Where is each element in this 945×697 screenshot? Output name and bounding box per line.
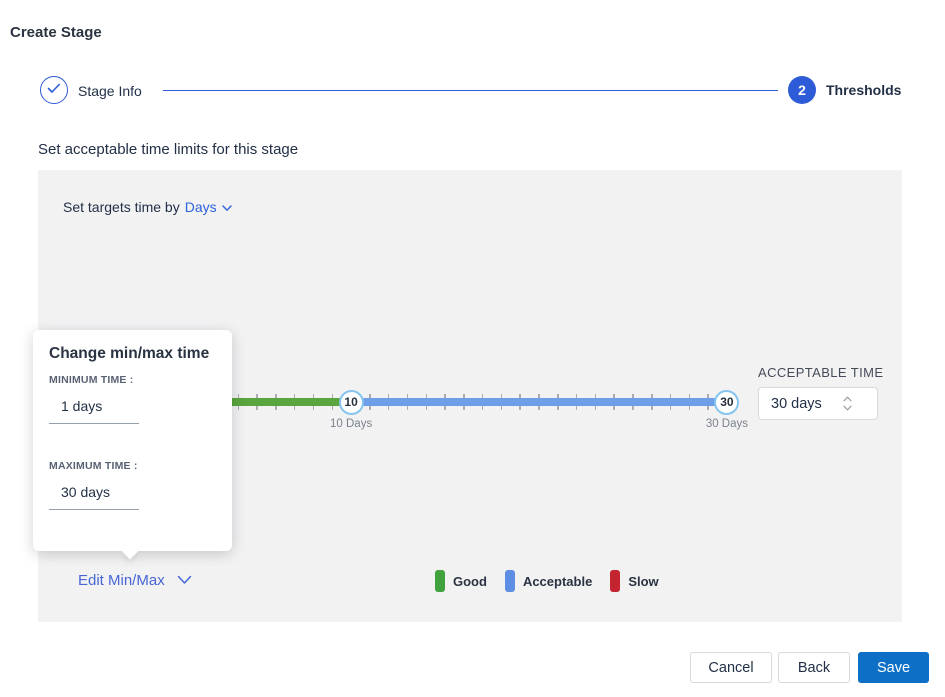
legend-item-good: Good bbox=[435, 570, 487, 592]
acceptable-time-box bbox=[758, 387, 878, 420]
step-thresholds-label: Thresholds bbox=[826, 82, 901, 98]
change-minmax-popover: Change min/max time MINIMUM TIME : MAXIM… bbox=[33, 330, 232, 551]
legend-item-acceptable: Acceptable bbox=[505, 570, 592, 592]
slider-min-caption: 10 Days bbox=[321, 418, 381, 430]
minimum-time-label: MINIMUM TIME : bbox=[49, 374, 133, 386]
acceptable-time-input[interactable] bbox=[759, 396, 841, 412]
unit-dropdown[interactable]: Days bbox=[185, 199, 232, 215]
slider-handle-min[interactable]: 10 bbox=[339, 390, 364, 415]
maximum-time-input[interactable] bbox=[49, 478, 139, 510]
legend-item-slow: Slow bbox=[610, 570, 658, 592]
back-button[interactable]: Back bbox=[778, 652, 850, 683]
spinner-up-icon[interactable] bbox=[843, 396, 852, 402]
set-targets-row: Set targets time by Days bbox=[63, 199, 232, 215]
save-button[interactable]: Save bbox=[858, 652, 929, 683]
stepper-connector-line bbox=[163, 90, 778, 91]
popover-title: Change min/max time bbox=[49, 345, 209, 363]
good-swatch bbox=[435, 570, 445, 592]
set-targets-label: Set targets time by bbox=[63, 199, 180, 215]
acceptable-time-label: ACCEPTABLE TIME bbox=[758, 365, 883, 380]
step-thresholds-indicator[interactable]: 2 bbox=[788, 76, 816, 104]
step-number: 2 bbox=[798, 82, 806, 98]
minimum-time-input[interactable] bbox=[49, 392, 139, 424]
slider-max-caption: 30 Days bbox=[697, 418, 757, 430]
maximum-time-label: MAXIMUM TIME : bbox=[49, 460, 138, 472]
page-title: Create Stage bbox=[10, 24, 102, 41]
step-stage-info-label[interactable]: Stage Info bbox=[78, 83, 142, 99]
edit-minmax-link[interactable]: Edit Min/Max bbox=[78, 572, 192, 589]
step-stage-info-indicator[interactable] bbox=[40, 76, 68, 104]
section-heading: Set acceptable time limits for this stag… bbox=[38, 141, 298, 158]
cancel-button[interactable]: Cancel bbox=[690, 652, 772, 683]
slider-handle-max[interactable]: 30 bbox=[714, 390, 739, 415]
acceptable-swatch bbox=[505, 570, 515, 592]
slow-label: Slow bbox=[628, 574, 658, 589]
chevron-down-icon bbox=[177, 572, 192, 589]
create-stage-page: Create Stage Stage Info 2 Thresholds Set… bbox=[0, 0, 945, 697]
edit-minmax-label: Edit Min/Max bbox=[78, 572, 165, 589]
good-label: Good bbox=[453, 574, 487, 589]
slow-swatch bbox=[610, 570, 620, 592]
unit-dropdown-value: Days bbox=[185, 199, 217, 215]
acceptable-label: Acceptable bbox=[523, 574, 592, 589]
slider-segment-acceptable[interactable] bbox=[351, 398, 727, 406]
check-icon bbox=[47, 81, 61, 99]
spinner-down-icon[interactable] bbox=[843, 405, 852, 411]
chevron-down-icon bbox=[222, 199, 232, 215]
acceptable-time-spinner bbox=[843, 396, 852, 411]
legend: Good Acceptable Slow bbox=[435, 570, 659, 592]
